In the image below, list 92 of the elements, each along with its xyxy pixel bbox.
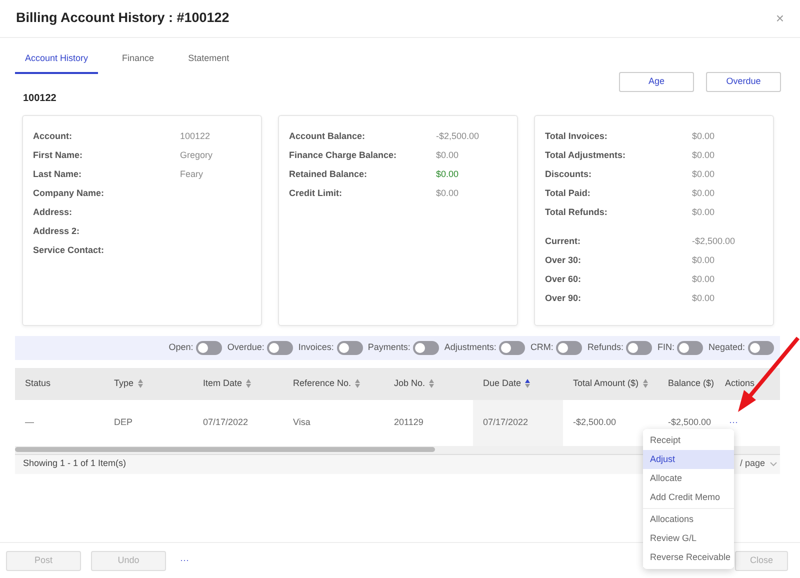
field-label: Address 2: xyxy=(33,225,81,238)
field-label: Finance Charge Balance: xyxy=(289,149,398,162)
header-button[interactable]: Age xyxy=(619,72,694,92)
toggle-switch[interactable] xyxy=(196,340,222,354)
field-value: $0.00 xyxy=(692,187,715,200)
field-label: Total Refunds: xyxy=(545,206,608,220)
field-value: $0.00 xyxy=(436,168,459,182)
field-label: Service Contact: xyxy=(33,244,106,258)
field-value: $0.00 xyxy=(436,149,459,162)
field-label: Total Invoices: xyxy=(545,130,608,144)
field-value: $0.00 xyxy=(692,130,715,144)
field-value: $0.00 xyxy=(692,292,715,306)
toggle-switch[interactable] xyxy=(267,340,294,354)
filter-label: CRM: xyxy=(530,340,554,354)
table-cell-text: -$2,500.00 xyxy=(668,416,712,429)
field-value: Feary xyxy=(180,168,204,182)
account-number: 100122 xyxy=(22,92,58,106)
field-label: Retained Balance: xyxy=(289,168,368,182)
page-size-select[interactable]: / page xyxy=(740,457,777,471)
field-value: $0.00 xyxy=(692,273,715,286)
menu-item[interactable]: Review G/L xyxy=(643,529,734,548)
filter-label: Adjustments: xyxy=(444,340,496,354)
tab[interactable]: Statement xyxy=(178,47,240,74)
filter-label: Negated: xyxy=(708,340,745,354)
field-label: Over 60: xyxy=(545,273,582,286)
field-label: Last Name: xyxy=(33,168,83,182)
field-label: Total Adjustments: xyxy=(545,149,626,162)
pagination-summary: Showing 1 - 1 of 1 Item(s) xyxy=(23,457,126,470)
column-header: Status xyxy=(25,376,51,390)
column-header: Type xyxy=(114,376,134,390)
filter-label: Open: xyxy=(168,340,194,354)
field-label: First Name: xyxy=(33,149,84,162)
column-header: Job No. xyxy=(394,376,426,390)
filter-label: Overdue: xyxy=(227,340,264,354)
menu-item[interactable]: Adjust xyxy=(643,450,734,469)
table-cell-text: DEP xyxy=(114,416,133,429)
header-button[interactable]: Overdue xyxy=(706,72,781,92)
toggle-switch[interactable] xyxy=(556,340,582,354)
tab[interactable]: Account History xyxy=(15,47,98,74)
toggle-switch[interactable] xyxy=(748,340,774,354)
field-label: Account: xyxy=(33,130,73,144)
column-header: Actions xyxy=(725,376,755,390)
field-value: -$2,500.00 xyxy=(692,235,736,248)
field-label: Credit Limit: xyxy=(289,187,343,200)
menu-item[interactable]: Allocations xyxy=(643,510,734,529)
filter-label: Payments: xyxy=(368,340,410,354)
field-value: Gregory xyxy=(180,149,213,162)
table-cell-text: 07/17/2022 xyxy=(483,416,528,429)
menu-item[interactable]: Reverse Receivable xyxy=(643,548,734,567)
column-header: Reference No. xyxy=(293,376,352,390)
column-header: Balance ($) xyxy=(668,376,714,390)
column-header: Total Amount ($) xyxy=(573,376,639,390)
field-value: 100122 xyxy=(180,130,210,144)
filter-label: FIN: xyxy=(657,340,674,354)
chevron-down-icon xyxy=(770,462,777,466)
field-value: $0.00 xyxy=(692,206,715,220)
field-value: $0.00 xyxy=(436,187,459,200)
field-value: $0.00 xyxy=(692,168,715,182)
table-cell-text: 201129 xyxy=(394,416,424,429)
field-label: Account Balance: xyxy=(289,130,366,144)
field-label: Over 90: xyxy=(545,292,582,306)
menu-item[interactable]: Allocate xyxy=(643,469,734,488)
column-header: Item Date xyxy=(203,376,242,390)
menu-item[interactable]: Receipt xyxy=(643,431,734,450)
filter-label: Refunds: xyxy=(587,340,624,354)
filter-label: Invoices: xyxy=(298,340,334,354)
field-label: Company Name: xyxy=(33,187,106,200)
scrollbar-thumb[interactable] xyxy=(15,446,435,452)
field-label: Over 30: xyxy=(545,254,582,268)
field-value: $0.00 xyxy=(692,149,715,162)
field-label: Address: xyxy=(33,206,74,220)
toggle-switch[interactable] xyxy=(499,340,526,354)
table-cell-text: — xyxy=(25,416,34,429)
column-header: Due Date xyxy=(483,376,522,390)
toggle-switch[interactable] xyxy=(413,340,440,354)
tab[interactable]: Finance xyxy=(112,47,164,74)
field-label: Total Paid: xyxy=(545,187,592,200)
table-cell-text: Visa xyxy=(293,416,310,429)
toggle-switch[interactable] xyxy=(336,340,363,354)
sort-icon[interactable] xyxy=(525,379,530,388)
toggle-switch[interactable] xyxy=(677,340,704,354)
toggle-switch[interactable] xyxy=(626,340,652,354)
more-button[interactable]: ··· xyxy=(176,554,193,568)
field-value: -$2,500.00 xyxy=(436,130,480,144)
table-cell-text: -$2,500.00 xyxy=(573,416,616,429)
field-label: Discounts: xyxy=(545,168,593,182)
field-value: $0.00 xyxy=(692,254,715,268)
table-cell-text: 07/17/2022 xyxy=(203,416,248,429)
more-button[interactable]: ··· xyxy=(725,416,742,430)
menu-item[interactable]: Add Credit Memo xyxy=(643,488,734,507)
window-title: Billing Account History : #100122 xyxy=(16,9,230,28)
field-label: Current: xyxy=(545,235,582,248)
